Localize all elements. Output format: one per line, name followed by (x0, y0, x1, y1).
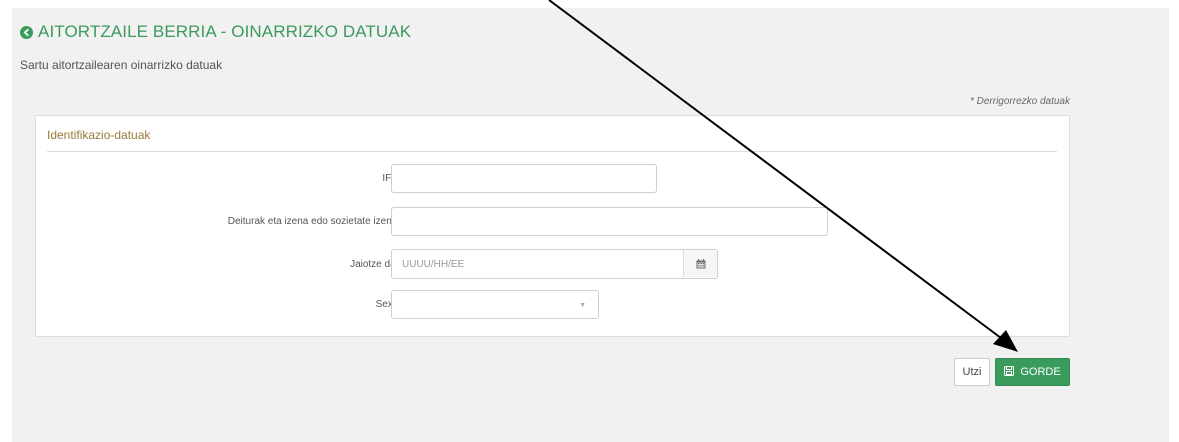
cancel-button[interactable]: Utzi (954, 358, 990, 386)
save-button[interactable]: GORDE (995, 358, 1070, 386)
page-title: AITORTZAILE BERRIA - OINARRIZKO DATUAK (20, 22, 411, 42)
save-button-label: GORDE (1020, 366, 1061, 378)
card-divider (47, 151, 1057, 152)
floppy-disk-icon (1004, 365, 1015, 379)
sex-select[interactable]: ▼ (391, 290, 599, 319)
identification-card: Identifikazio-datuak IFZ * Deiturak eta … (35, 115, 1070, 337)
page-subtitle: Sartu aitortzailearen oinarrizko datuak (20, 58, 223, 72)
calendar-icon[interactable] (683, 250, 717, 277)
caret-down-icon: ▼ (579, 302, 586, 309)
birthdate-placeholder: UUUU/HH/EE (402, 258, 465, 270)
card-title: Identifikazio-datuak (47, 128, 151, 142)
required-fields-note: * Derrigorrezko datuak (969, 96, 1070, 107)
birthdate-input[interactable]: UUUU/HH/EE (391, 249, 718, 279)
page-title-text: AITORTZAILE BERRIA - OINARRIZKO DATUAK (38, 22, 412, 41)
ifz-input[interactable] (391, 164, 657, 193)
back-circle-icon[interactable] (20, 25, 33, 39)
name-input[interactable] (391, 207, 828, 236)
name-label: Deiturak eta izena edo sozietate izena * (227, 216, 404, 227)
